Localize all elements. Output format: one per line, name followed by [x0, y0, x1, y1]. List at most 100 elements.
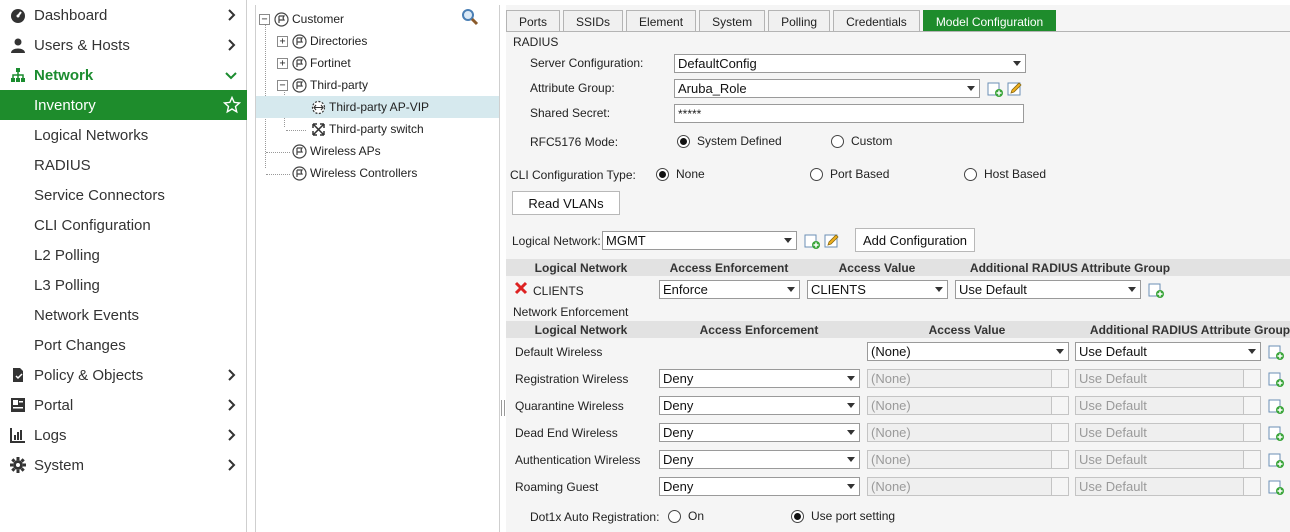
sidebar-item-label: L2 Polling — [34, 246, 100, 264]
delete-icon[interactable] — [514, 281, 528, 295]
chevron-right-icon — [228, 369, 236, 381]
sidebar: Dashboard Users & Hosts Network Inventor… — [0, 0, 247, 532]
add-icon[interactable] — [1268, 371, 1284, 387]
tab-ports[interactable]: Ports — [506, 10, 561, 32]
sidebar-item-dashboard[interactable]: Dashboard — [0, 0, 247, 30]
tree-node-label: Third-party AP-VIP — [329, 100, 430, 114]
expand-icon[interactable]: + — [277, 35, 288, 47]
column-header: Access Enforcement — [699, 323, 819, 337]
table-header: Logical Network Access Enforcement Acces… — [506, 321, 1290, 338]
sidebar-item-system[interactable]: System — [0, 450, 247, 480]
enforcement-select[interactable]: Enforce — [659, 280, 800, 299]
sidebar-item-inventory[interactable]: Inventory — [0, 90, 247, 120]
add-icon[interactable] — [1268, 398, 1284, 414]
access-value-select: (None) — [867, 423, 1069, 442]
server-config-value: DefaultConfig — [678, 56, 757, 71]
tree-node-customer[interactable]: − Customer — [259, 8, 344, 30]
server-config-select[interactable]: DefaultConfig — [674, 54, 1026, 73]
collapse-icon[interactable]: − — [259, 13, 270, 25]
radius-group-select[interactable]: Use Default — [1075, 342, 1261, 361]
rfc5176-system-defined-radio[interactable]: System Defined — [677, 134, 782, 148]
dropdown-arrow-icon — [1008, 55, 1025, 72]
tab-element[interactable]: Element — [626, 10, 697, 32]
sidebar-item-portal[interactable]: Portal — [0, 390, 247, 420]
add-icon[interactable] — [1148, 282, 1164, 298]
tree-node-third-party-ap-vip[interactable]: Third-party AP-VIP — [256, 96, 499, 118]
logs-icon — [10, 427, 26, 443]
sidebar-item-radius[interactable]: RADIUS — [0, 150, 247, 180]
tree-node-label: Wireless APs — [310, 144, 381, 158]
enforcement-select[interactable]: Deny — [659, 423, 860, 442]
tree-node-wireless-controllers[interactable]: Wireless Controllers — [292, 162, 417, 184]
tree-node-wireless-aps[interactable]: Wireless APs — [292, 140, 381, 162]
tab-ssids[interactable]: SSIDs — [563, 10, 624, 32]
sidebar-item-logs[interactable]: Logs — [0, 420, 247, 450]
table-row-network: Roaming Guest — [515, 480, 599, 494]
radius-group-select[interactable]: Use Default — [955, 280, 1141, 299]
access-value-select[interactable]: CLIENTS — [807, 280, 948, 299]
logical-network-select[interactable]: MGMT — [602, 231, 797, 250]
tab-credentials[interactable]: Credentials — [833, 10, 920, 32]
attr-group-select[interactable]: Aruba_Role — [674, 79, 980, 98]
sidebar-item-users-hosts[interactable]: Users & Hosts — [0, 30, 247, 60]
dropdown-arrow-icon — [1243, 478, 1260, 495]
add-icon[interactable] — [1268, 452, 1284, 468]
enforcement-select[interactable]: Deny — [659, 369, 860, 388]
tree-node-label: Third-party — [310, 78, 369, 92]
enforcement-select[interactable]: Deny — [659, 477, 860, 496]
sidebar-item-l2-polling[interactable]: L2 Polling — [0, 240, 247, 270]
enforcement-select[interactable]: Deny — [659, 450, 860, 469]
cli-host-based-radio[interactable]: Host Based — [964, 167, 1046, 181]
sidebar-item-service-connectors[interactable]: Service Connectors — [0, 180, 247, 210]
edit-icon[interactable] — [824, 233, 840, 249]
rfc5176-custom-radio[interactable]: Custom — [831, 134, 892, 148]
add-icon[interactable] — [987, 81, 1003, 97]
add-configuration-button[interactable]: Add Configuration — [855, 228, 975, 252]
tab-polling[interactable]: Polling — [768, 10, 831, 32]
read-vlans-button[interactable]: Read VLANs — [512, 191, 620, 215]
network-icon — [10, 67, 26, 83]
logical-network-value: MGMT — [606, 233, 646, 248]
radio-unselected-icon — [831, 134, 844, 148]
expand-icon[interactable]: + — [277, 57, 288, 69]
radio-label: Custom — [851, 134, 893, 148]
dot1x-use-port-setting-radio[interactable]: Use port setting — [791, 509, 895, 523]
tree-node-directories[interactable]: + Directories — [277, 30, 367, 52]
access-value-select[interactable]: (None) — [867, 342, 1069, 361]
dot1x-auto-registration-label: Dot1x Auto Registration: — [530, 510, 660, 524]
add-icon[interactable] — [1268, 344, 1284, 360]
sidebar-item-network-events[interactable]: Network Events — [0, 300, 247, 330]
sidebar-item-network[interactable]: Network — [0, 60, 247, 90]
add-icon[interactable] — [804, 233, 820, 249]
tree-node-fortinet[interactable]: + Fortinet — [277, 52, 351, 74]
star-icon[interactable] — [223, 96, 241, 114]
dot1x-on-radio[interactable]: On — [668, 509, 704, 523]
dropdown-arrow-icon — [1243, 343, 1260, 360]
sidebar-item-cli-configuration[interactable]: CLI Configuration — [0, 210, 247, 240]
tab-model-configuration[interactable]: Model Configuration — [922, 10, 1057, 32]
enforcement-select[interactable]: Deny — [659, 396, 860, 415]
table-row-network: CLIENTS — [533, 284, 584, 298]
search-icon[interactable] — [461, 8, 479, 26]
shared-secret-input[interactable]: ***** — [674, 104, 1024, 123]
sidebar-item-policy-objects[interactable]: Policy & Objects — [0, 360, 247, 390]
tab-system[interactable]: System — [699, 10, 766, 32]
dropdown-arrow-icon — [842, 451, 859, 468]
attr-group-label: Attribute Group: — [530, 81, 615, 95]
sidebar-item-logical-networks[interactable]: Logical Networks — [0, 120, 247, 150]
tree-node-third-party-switch[interactable]: Third-party switch — [311, 118, 424, 140]
edit-icon[interactable] — [1007, 81, 1023, 97]
logical-network-label: Logical Network: — [512, 234, 601, 248]
add-icon[interactable] — [1268, 479, 1284, 495]
sidebar-item-l3-polling[interactable]: L3 Polling — [0, 270, 247, 300]
sidebar-item-port-changes[interactable]: Port Changes — [0, 330, 247, 360]
chevron-right-icon — [228, 9, 236, 21]
tree-node-third-party[interactable]: − Third-party — [277, 74, 368, 96]
cli-none-radio[interactable]: None — [656, 167, 705, 181]
select-value: Deny — [663, 371, 694, 386]
add-icon[interactable] — [1268, 425, 1284, 441]
panel-splitter[interactable] — [501, 400, 505, 416]
collapse-icon[interactable]: − — [277, 79, 288, 91]
cli-port-based-radio[interactable]: Port Based — [810, 167, 889, 181]
user-icon — [10, 37, 26, 53]
